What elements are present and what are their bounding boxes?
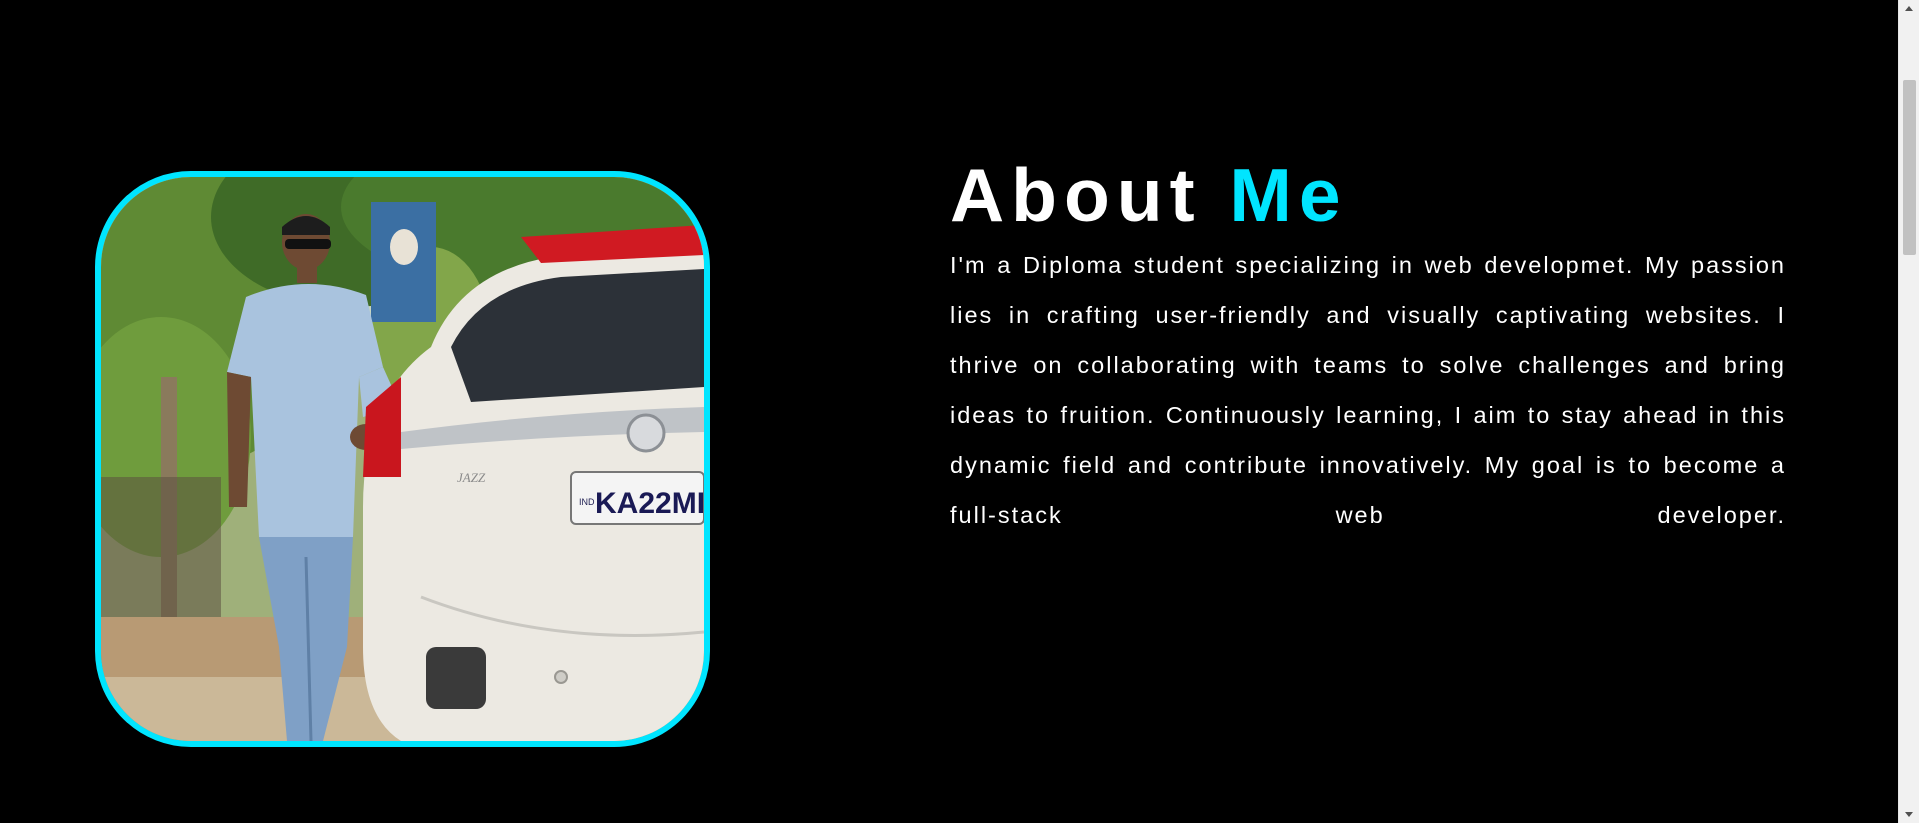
vertical-scrollbar[interactable] xyxy=(1898,0,1919,823)
scrollbar-thumb[interactable] xyxy=(1903,80,1916,255)
about-heading: About Me xyxy=(950,150,1786,240)
about-heading-main: About xyxy=(950,153,1202,237)
about-heading-accent: Me xyxy=(1229,153,1348,237)
license-plate-text: KA22MI xyxy=(595,487,704,520)
about-paragraph: I'm a Diploma student specializing in we… xyxy=(950,252,1786,528)
car-badge-text: JAZZ xyxy=(457,470,486,485)
profile-photo: IND KA22MI JAZZ xyxy=(95,171,710,747)
scroll-up-arrow-icon[interactable] xyxy=(1905,6,1913,11)
plate-country-text: IND xyxy=(579,497,595,507)
about-content: About Me I'm a Diploma student specializ… xyxy=(950,150,1786,540)
scroll-down-arrow-icon[interactable] xyxy=(1905,812,1913,817)
about-section: IND KA22MI JAZZ About Me I'm a Diploma s… xyxy=(0,0,1919,823)
profile-photo-illustration: IND KA22MI JAZZ xyxy=(101,177,704,741)
